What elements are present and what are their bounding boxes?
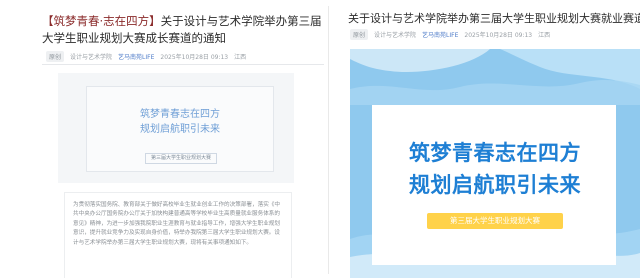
article-source: 设计与艺术学院	[374, 32, 417, 39]
left-poster-subtitle: 第三届大学生职业规划大赛	[145, 153, 217, 164]
original-badge: 原创	[46, 51, 65, 62]
original-badge: 原创	[350, 29, 369, 40]
left-article-body: 为贯彻落实国务院、教育部关于做好高校毕业生就业创业工作的决策部署，落实《中共中央…	[64, 192, 292, 278]
left-poster-title-line2: 规划启航职引未来	[140, 124, 220, 135]
publish-date: 2025年10月28日 09:13	[464, 32, 533, 39]
right-poster-title-line1: 筑梦青春志在四方	[409, 141, 581, 165]
left-article-title: 【筑梦青春·志在四方】关于设计与艺术学院举办第三届大学生职业规划大赛成长赛道的通…	[42, 13, 322, 47]
right-article-meta: 原创 设计与艺术学院 艺马南苑LIFE 2025年10月28日 09:13 江西	[350, 29, 550, 40]
account-link[interactable]: 艺马南苑LIFE	[118, 52, 154, 61]
account-link[interactable]: 艺马南苑LIFE	[422, 30, 458, 39]
left-article-title-tag: 【筑梦青春·志在四方】	[42, 14, 161, 28]
right-article-panel: 关于设计与艺术学院举办第三届大学生职业规划大赛就业赛道的通知 原创 设计与艺术学…	[338, 0, 640, 278]
left-poster-title-line1: 筑梦青春志在四方	[140, 109, 220, 120]
screenshot-composite: 【筑梦青春·志在四方】关于设计与艺术学院举办第三届大学生职业规划大赛成长赛道的通…	[0, 0, 640, 278]
right-article-title: 关于设计与艺术学院举办第三届大学生职业规划大赛就业赛道的通知	[348, 12, 640, 25]
publish-location: 江西	[234, 54, 247, 61]
panel-divider	[328, 6, 329, 274]
title-divider	[42, 64, 324, 65]
article-source: 设计与艺术学院	[70, 54, 113, 61]
right-poster-image: 筑梦青春志在四方 规划启航职引未来 第三届大学生职业规划大赛	[350, 49, 640, 278]
right-poster-badge: 第三届大学生职业规划大赛	[427, 213, 563, 229]
left-article-panel: 【筑梦青春·志在四方】关于设计与艺术学院举办第三届大学生职业规划大赛成长赛道的通…	[2, 0, 326, 278]
right-poster-title-line2: 规划启航职引未来	[409, 173, 581, 197]
left-poster-title: 筑梦青春志在四方 规划启航职引未来	[87, 107, 273, 137]
publish-location: 江西	[538, 32, 551, 39]
left-article-body-text: 为贯彻落实国务院、教育部关于做好高校毕业生就业创业工作的决策部署，落实《中共中央…	[73, 202, 280, 246]
left-poster-image: 筑梦青春志在四方 规划启航职引未来 第三届大学生职业规划大赛	[86, 86, 274, 172]
left-article-meta: 原创 设计与艺术学院 艺马南苑LIFE 2025年10月28日 09:13 江西	[46, 51, 246, 62]
publish-date: 2025年10月28日 09:13	[160, 54, 229, 61]
